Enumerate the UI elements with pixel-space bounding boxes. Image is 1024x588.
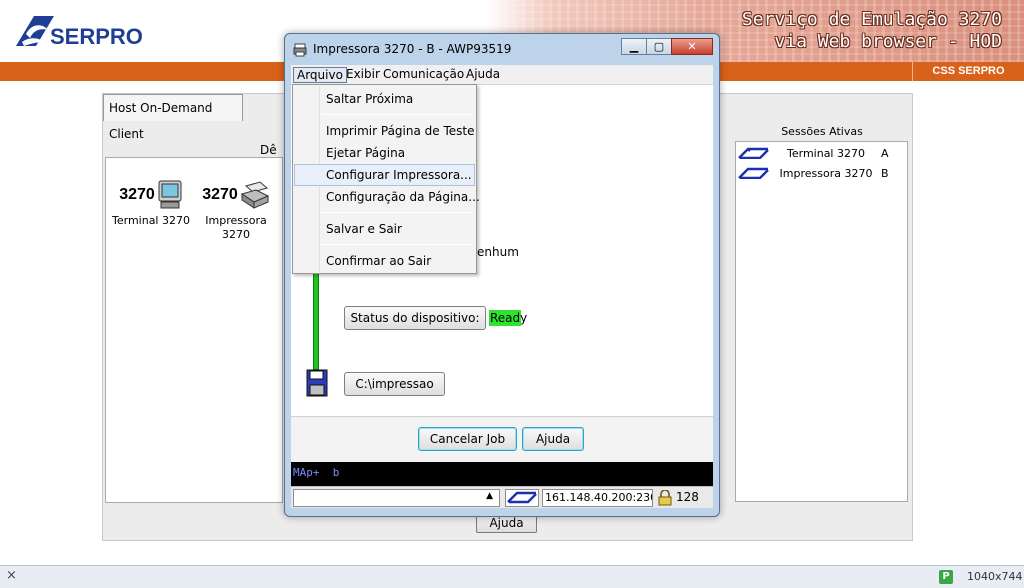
banner-title: Serviço de Emulação 3270 via Web browser… bbox=[742, 9, 1002, 53]
close-icon[interactable]: × bbox=[6, 568, 17, 583]
launcher-area-label: Dê bbox=[260, 143, 277, 157]
connection-status bbox=[505, 489, 539, 507]
session-id: A bbox=[881, 147, 889, 160]
window-help-button[interactable]: Ajuda bbox=[522, 427, 584, 451]
session-connected-icon bbox=[738, 147, 769, 159]
menu-ajuda[interactable]: Ajuda bbox=[463, 67, 503, 83]
menu-item-configuracao-pagina[interactable]: Configuração da Página... bbox=[294, 186, 480, 208]
page-badge-icon[interactable]: P bbox=[939, 570, 953, 584]
menu-item-saltar-proxima[interactable]: Saltar Próxima bbox=[294, 88, 475, 110]
banner-line-2: via Web browser - HOD bbox=[774, 31, 1002, 52]
combo-arrow-icon: ▲ bbox=[486, 491, 493, 501]
menu-item-imprimir-teste[interactable]: Imprimir Página de Teste bbox=[294, 120, 475, 142]
lock-icon bbox=[658, 490, 672, 506]
close-button[interactable]: ✕ bbox=[671, 38, 713, 55]
menu-exibir[interactable]: Exibir bbox=[343, 67, 383, 83]
launcher-terminal-3270[interactable]: 3270 Terminal 3270 bbox=[108, 178, 194, 228]
window-controls: ▁ ▢ ✕ bbox=[621, 38, 713, 55]
terminal-icon bbox=[158, 180, 182, 209]
printer-app-icon bbox=[293, 43, 307, 57]
menu-separator bbox=[321, 114, 473, 115]
menu-item-ejetar-pagina[interactable]: Ejetar Página bbox=[294, 142, 475, 164]
printer-icon bbox=[240, 181, 269, 209]
launcher-number: 3270 bbox=[202, 186, 238, 203]
resolution-readout: 1040x744 bbox=[967, 570, 1023, 583]
operator-info-area: ▲ 161.148.40.200:23000 128 bbox=[291, 486, 713, 508]
partial-status-text: enhum bbox=[477, 245, 519, 259]
menu-separator bbox=[321, 244, 473, 245]
arquivo-dropdown-menu: Saltar Próxima Imprimir Página de Teste … bbox=[292, 84, 480, 274]
window-menubar: Arquivo Exibir Comunicação Ajuda bbox=[291, 65, 713, 85]
session-row-terminal[interactable]: Terminal 3270 A bbox=[736, 144, 907, 162]
cancel-job-button[interactable]: Cancelar Job bbox=[418, 427, 517, 451]
connection-icon bbox=[507, 491, 537, 504]
floppy-disk-icon bbox=[306, 369, 328, 397]
active-sessions-list: Terminal 3270 A Impressora 3270 B bbox=[735, 141, 908, 502]
banner-line-1: Serviço de Emulação 3270 bbox=[741, 9, 1002, 30]
launcher-label: Terminal 3270 bbox=[112, 214, 190, 227]
terminal-text: MAp+ b bbox=[293, 466, 340, 479]
launcher-label-line-2: 3270 bbox=[222, 228, 250, 241]
menu-item-salvar-sair[interactable]: Salvar e Sair bbox=[294, 218, 475, 240]
menu-item-confirmar-sair[interactable]: Confirmar ao Sair bbox=[294, 250, 475, 272]
session-id: B bbox=[881, 167, 889, 180]
launcher-label-line-1: Impressora bbox=[205, 214, 267, 227]
css-serpro-link[interactable]: CSS SERPRO bbox=[912, 62, 1024, 81]
maximize-button[interactable]: ▢ bbox=[646, 38, 672, 55]
menu-comunicacao[interactable]: Comunicação bbox=[380, 67, 467, 83]
serpro-logo-text: SERPRO bbox=[50, 24, 143, 49]
host-address: 161.148.40.200:23000 bbox=[542, 489, 653, 507]
browser-status-bar: × P 1040x744 bbox=[0, 565, 1024, 588]
menu-arquivo[interactable]: Arquivo bbox=[293, 67, 347, 83]
session-connected-icon bbox=[738, 167, 769, 179]
minimize-button[interactable]: ▁ bbox=[621, 38, 647, 55]
window-title: Impressora 3270 - B - AWP93519 bbox=[313, 42, 512, 56]
menu-item-configurar-impressora[interactable]: Configurar Impressora... bbox=[294, 164, 475, 186]
session-combo[interactable]: ▲ bbox=[293, 489, 500, 507]
session-name: Impressora 3270 bbox=[779, 167, 873, 180]
device-status-ready: Ready bbox=[489, 310, 528, 326]
session-name: Terminal 3270 bbox=[787, 147, 865, 160]
terminal-line: MAp+ b bbox=[291, 462, 713, 486]
output-path-button[interactable]: C:\impressao bbox=[344, 372, 445, 396]
menu-separator bbox=[321, 212, 473, 213]
active-sessions-header: Sessões Ativas bbox=[781, 125, 863, 138]
launcher-impressora-3270[interactable]: 3270 Impressora 3270 bbox=[193, 178, 279, 242]
printer-status-line bbox=[313, 270, 319, 370]
launcher-number: 3270 bbox=[119, 186, 155, 203]
encryption-strength: 128 bbox=[676, 490, 699, 504]
session-row-impressora[interactable]: Impressora 3270 B bbox=[736, 164, 907, 182]
tab-host-on-demand-client[interactable]: Host On-Demand Client bbox=[103, 94, 243, 141]
device-status-button[interactable]: Status do dispositivo: bbox=[344, 306, 486, 330]
